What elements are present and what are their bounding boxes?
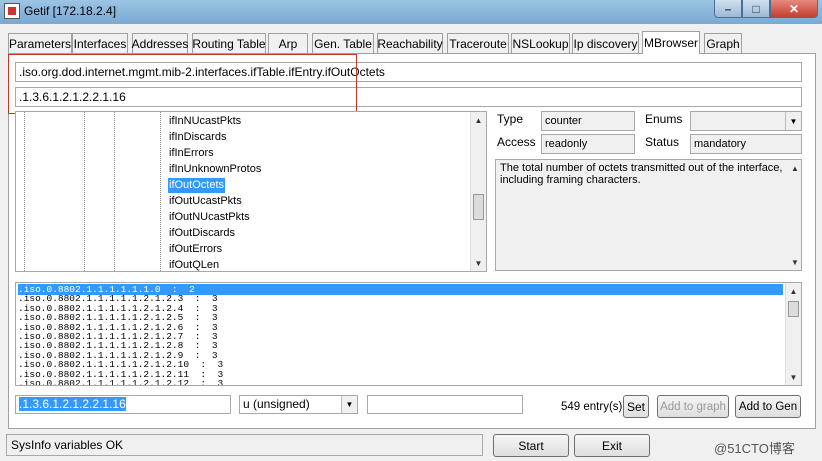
status-bar: SysInfo variables OK xyxy=(6,434,483,456)
window-title: Getif [172.18.2.4] xyxy=(24,4,117,18)
tab-traceroute[interactable]: Traceroute xyxy=(447,33,509,53)
scroll-down-icon[interactable]: ▼ xyxy=(789,254,801,270)
set-button[interactable]: Set xyxy=(623,395,649,418)
description-scrollbar[interactable]: ▲ ▼ xyxy=(789,160,801,270)
tree-item[interactable]: ifOutQLen xyxy=(168,258,220,271)
results-scrollbar[interactable]: ▲ ▼ xyxy=(785,283,801,385)
chevron-down-icon[interactable]: ▼ xyxy=(341,396,357,413)
status-value: mandatory xyxy=(690,134,802,154)
tab-interfaces[interactable]: Interfaces xyxy=(72,33,128,53)
scroll-up-icon[interactable]: ▲ xyxy=(471,112,486,128)
tree-item[interactable]: ifOutOctets xyxy=(168,178,226,193)
scroll-thumb[interactable] xyxy=(788,301,799,317)
maximize-button[interactable]: □ xyxy=(742,0,770,18)
scroll-up-icon[interactable]: ▲ xyxy=(786,283,801,299)
enums-select[interactable]: ▼ xyxy=(690,111,802,131)
results-list[interactable]: .iso.0.8802.1.1.1.1.1.1.0 : 2 .iso.0.8802… xyxy=(15,282,802,386)
tab-gen-table[interactable]: Gen. Table xyxy=(312,33,374,53)
tab-nslookup[interactable]: NSLookup xyxy=(511,33,570,53)
tab-ip-discovery[interactable]: Ip discovery xyxy=(572,33,639,53)
scroll-thumb[interactable] xyxy=(473,194,484,220)
access-label: Access xyxy=(497,135,536,149)
value-input[interactable] xyxy=(367,395,523,414)
description-box: The total number of octets transmitted o… xyxy=(495,159,802,271)
type-label: Type xyxy=(497,112,524,126)
tree-item[interactable]: ifInUnknownProtos xyxy=(168,162,262,177)
tree-item[interactable]: ifOutErrors xyxy=(168,242,223,257)
description-text: The total number of octets transmitted o… xyxy=(500,162,783,186)
tree-item[interactable]: ifOutDiscards xyxy=(168,226,236,241)
minimize-button[interactable]: – xyxy=(714,0,742,18)
tab-arp[interactable]: Arp xyxy=(268,33,308,53)
annotation-highlight-box xyxy=(8,54,357,114)
tree-item[interactable]: ifOutNUcastPkts xyxy=(168,210,251,225)
title-bar[interactable] xyxy=(0,0,822,24)
access-value: readonly xyxy=(541,134,635,154)
oid-input-text: .1.3.6.1.2.1.2.2.1.16 xyxy=(19,397,126,411)
start-button[interactable]: Start xyxy=(493,434,569,457)
type-select-value: u (unsigned) xyxy=(243,397,310,411)
tab-mbrowser[interactable]: MBrowser xyxy=(642,31,700,54)
enums-label: Enums xyxy=(645,112,683,126)
status-label: Status xyxy=(645,135,680,149)
exit-button[interactable]: Exit xyxy=(574,434,650,457)
tree-scrollbar[interactable]: ▲ ▼ xyxy=(470,112,486,271)
add-to-graph-button[interactable]: Add to graph xyxy=(657,395,729,418)
close-button[interactable]: ✕ xyxy=(770,0,818,18)
list-item[interactable]: .iso.0.8802.1.1.1.1.1.2.1.2.12 : 3 xyxy=(18,378,783,385)
oid-input[interactable]: .1.3.6.1.2.1.2.2.1.16 xyxy=(15,395,231,414)
type-value: counter xyxy=(541,111,635,131)
tree-item[interactable]: ifInDiscards xyxy=(168,130,227,145)
tab-addresses[interactable]: Addresses xyxy=(132,33,188,53)
scroll-up-icon[interactable]: ▲ xyxy=(789,160,801,176)
entry-count: 549 entry(s) xyxy=(561,401,623,413)
tree-item[interactable]: ifOutUcastPkts xyxy=(168,194,243,209)
tab-graph[interactable]: Graph xyxy=(704,33,742,53)
scroll-down-icon[interactable]: ▼ xyxy=(786,369,801,385)
watermark: @51CTO博客 xyxy=(714,441,795,456)
chevron-down-icon[interactable]: ▼ xyxy=(785,112,801,130)
tree-item[interactable]: ifInNUcastPkts xyxy=(168,114,242,129)
tree-item[interactable]: ifInErrors xyxy=(168,146,215,161)
add-to-gen-button[interactable]: Add to Gen xyxy=(735,395,801,418)
scroll-down-icon[interactable]: ▼ xyxy=(471,255,486,271)
tab-parameters[interactable]: Parameters xyxy=(8,33,72,53)
type-select[interactable]: u (unsigned) ▼ xyxy=(239,395,358,414)
mib-tree[interactable]: ifInNUcastPkts ifInDiscards ifInErrors ifIn… xyxy=(15,111,487,272)
tab-reachability[interactable]: Reachability xyxy=(377,33,443,53)
app-icon xyxy=(4,3,20,19)
tab-routing-table[interactable]: Routing Table xyxy=(192,33,266,53)
